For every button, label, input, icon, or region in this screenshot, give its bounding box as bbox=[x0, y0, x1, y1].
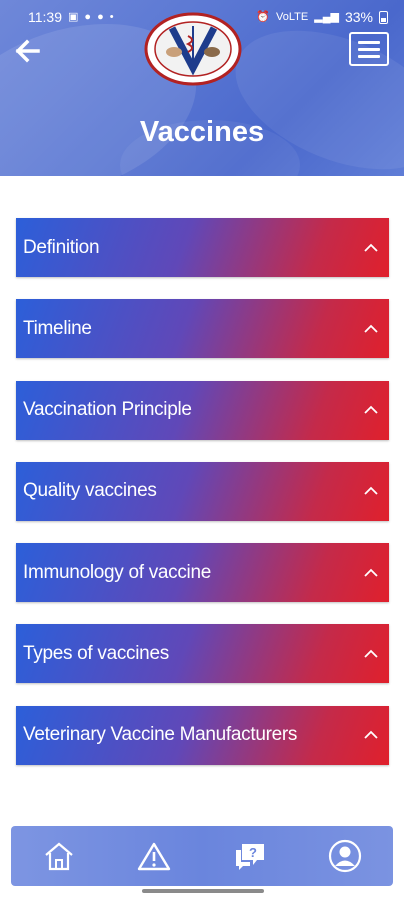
accordion-item-label: Timeline bbox=[23, 317, 92, 339]
bottom-nav: ? bbox=[11, 826, 393, 886]
accordion-item-definition[interactable]: Definition bbox=[16, 218, 389, 277]
vaccines-accordion: Definition Timeline Vaccination Principl… bbox=[16, 218, 389, 787]
status-right: ⏰ VoLTE ▂▄▆ 33% bbox=[256, 9, 388, 25]
veterinary-council-logo bbox=[144, 12, 242, 86]
chevron-up-icon bbox=[363, 240, 379, 256]
chevron-up-icon bbox=[363, 402, 379, 418]
header: 11:39 ▣ ● ● • ⏰ VoLTE ▂▄▆ 33% Vaccines bbox=[0, 0, 404, 176]
menu-button[interactable] bbox=[349, 32, 389, 66]
accordion-item-label: Vaccination Principle bbox=[23, 399, 192, 421]
accordion-item-label: Types of vaccines bbox=[23, 642, 169, 664]
nav-alert-button[interactable] bbox=[134, 836, 174, 876]
nav-profile-button[interactable] bbox=[325, 836, 365, 876]
nav-help-button[interactable]: ? bbox=[230, 836, 270, 876]
help-chat-icon: ? bbox=[235, 844, 264, 870]
accordion-item-label: Quality vaccines bbox=[23, 480, 157, 502]
chevron-up-icon bbox=[363, 483, 379, 499]
accordion-item-types-of-vaccines[interactable]: Types of vaccines bbox=[16, 624, 389, 684]
accordion-item-label: Immunology of vaccine bbox=[23, 561, 212, 583]
hamburger-menu-icon bbox=[358, 47, 380, 51]
accordion-item-timeline[interactable]: Timeline bbox=[16, 299, 389, 359]
hamburger-menu-icon bbox=[358, 54, 380, 58]
accordion-item-immunology-of-vaccine[interactable]: Immunology of vaccine bbox=[16, 543, 389, 603]
arrow-left-icon bbox=[15, 39, 40, 63]
alarm-icon: ⏰ bbox=[256, 10, 271, 23]
dot-icon: • bbox=[109, 10, 114, 23]
svg-text:?: ? bbox=[249, 845, 257, 860]
profile-icon bbox=[329, 839, 362, 873]
nav-home-button[interactable] bbox=[39, 836, 79, 876]
back-button[interactable] bbox=[12, 36, 42, 66]
gallery-icon: ▣ bbox=[68, 10, 79, 23]
hamburger-menu-icon bbox=[358, 40, 380, 44]
chevron-up-icon bbox=[363, 565, 379, 581]
accordion-item-label: Veterinary Vaccine Manufacturers bbox=[23, 724, 298, 746]
page-title: Vaccines bbox=[139, 116, 265, 148]
chevron-up-icon bbox=[363, 727, 379, 743]
messenger-icon: ● bbox=[84, 10, 92, 23]
home-icon bbox=[45, 842, 73, 871]
accordion-item-veterinary-vaccine-manufacturers[interactable]: Veterinary Vaccine Manufacturers bbox=[16, 705, 389, 765]
signal-icon: ▂▄▆ bbox=[314, 10, 339, 23]
accordion-item-quality-vaccines[interactable]: Quality vaccines bbox=[16, 461, 389, 521]
battery-icon bbox=[379, 10, 388, 24]
accordion-item-label: Definition bbox=[23, 236, 100, 258]
chevron-up-icon bbox=[363, 646, 379, 662]
status-time: 11:39 bbox=[28, 9, 62, 25]
status-left: 11:39 ▣ ● ● • bbox=[28, 9, 114, 25]
facebook-icon: ● bbox=[97, 10, 104, 23]
battery-percent: 33% bbox=[344, 9, 373, 25]
chevron-up-icon bbox=[363, 321, 379, 337]
warning-icon bbox=[138, 842, 171, 871]
gesture-home-indicator[interactable] bbox=[142, 889, 264, 893]
volte-icon: VoLTE bbox=[276, 10, 309, 23]
accordion-item-vaccination-principle[interactable]: Vaccination Principle bbox=[16, 380, 389, 440]
